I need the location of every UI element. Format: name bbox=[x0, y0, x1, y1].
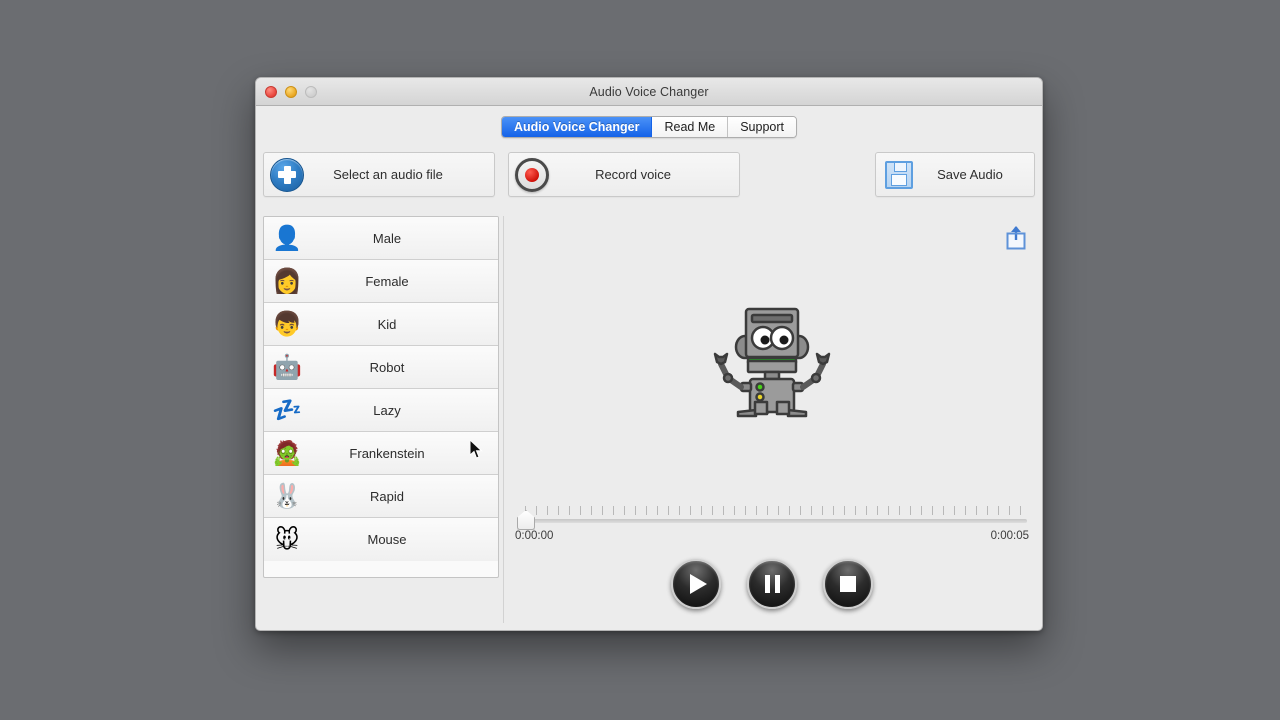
close-window-icon[interactable] bbox=[265, 85, 277, 98]
list-item-label: Mouse bbox=[367, 532, 407, 547]
transport-controls bbox=[509, 551, 1035, 623]
list-item-label: Rapid bbox=[370, 488, 404, 504]
timeline-end-time: 0:00:05 bbox=[990, 530, 1029, 542]
maximize-window-icon[interactable] bbox=[305, 85, 317, 98]
plus-circle-icon bbox=[264, 157, 310, 192]
record-dot-icon bbox=[509, 157, 555, 192]
floppy-disk-icon bbox=[876, 160, 922, 189]
list-item-frankenstein[interactable]: 🧟 Frankenstein bbox=[264, 432, 498, 475]
timeline-track[interactable] bbox=[517, 519, 1027, 523]
tab-audio-voice-changer[interactable]: Audio Voice Changer bbox=[502, 116, 653, 137]
zzz-sleep-icon: 💤 bbox=[272, 396, 302, 424]
list-item-kid[interactable]: 👦 Kid bbox=[264, 303, 498, 346]
list-item-mouse[interactable]: 🐭 Mouse bbox=[264, 518, 498, 561]
timeline-ticks bbox=[525, 506, 1027, 515]
play-button[interactable] bbox=[671, 559, 721, 609]
toolbar: Select an audio file Record voice Save A… bbox=[256, 144, 1042, 216]
list-item-label: Lazy bbox=[373, 402, 401, 418]
list-item-rapid[interactable]: 🐰 Rapid bbox=[264, 475, 498, 518]
window-controls bbox=[265, 85, 317, 98]
preview-panel: 0:00:00 0:00:05 bbox=[509, 216, 1035, 623]
play-icon bbox=[690, 574, 707, 594]
frankenstein-head-icon: 🧟 bbox=[272, 439, 302, 467]
robot-avatar-icon: 🤖 bbox=[272, 353, 302, 381]
list-item-robot[interactable]: 🤖 Robot bbox=[264, 346, 498, 389]
list-item-label: Frankenstein bbox=[349, 445, 425, 461]
tab-group: Audio Voice Changer Read Me Support bbox=[501, 115, 797, 138]
robot-illustration bbox=[713, 307, 831, 417]
man-avatar-icon: 👤 bbox=[272, 224, 302, 252]
list-item-label: Male bbox=[372, 230, 402, 246]
tab-support[interactable]: Support bbox=[728, 116, 796, 137]
tabbar-zone: Audio Voice Changer Read Me Support bbox=[256, 106, 1042, 144]
timeline[interactable]: 0:00:00 0:00:05 bbox=[509, 501, 1035, 551]
list-item-label: Female bbox=[365, 273, 409, 289]
share-export-icon[interactable] bbox=[1003, 224, 1029, 252]
preview-stage bbox=[509, 216, 1035, 501]
timeline-start-time: 0:00:00 bbox=[515, 530, 554, 542]
window-title: Audio Voice Changer bbox=[589, 84, 709, 99]
rabbit-face-icon: 🐰 bbox=[272, 482, 302, 510]
list-item-lazy[interactable]: 💤 Lazy bbox=[264, 389, 498, 432]
list-item-female[interactable]: 👩 Female bbox=[264, 260, 498, 303]
record-voice-label: Record voice bbox=[595, 167, 671, 182]
list-item-label: Kid bbox=[377, 316, 397, 332]
minimize-window-icon[interactable] bbox=[285, 85, 297, 98]
list-item-male[interactable]: 👤 Male bbox=[264, 217, 498, 260]
window-titlebar: Audio Voice Changer bbox=[256, 78, 1042, 106]
stop-button[interactable] bbox=[823, 559, 873, 609]
mouse-face-icon: 🐭 bbox=[274, 525, 300, 554]
stop-icon bbox=[840, 576, 856, 592]
app-window: Audio Voice Changer Audio Voice Changer … bbox=[255, 77, 1043, 631]
save-audio-label: Save Audio bbox=[937, 167, 1003, 182]
select-audio-file-button[interactable]: Select an audio file bbox=[263, 152, 495, 197]
select-audio-file-label: Select an audio file bbox=[333, 167, 443, 182]
panel-divider bbox=[503, 216, 504, 623]
content-area: 👤 Male 👩 Female 👦 Kid 🤖 Robot 💤 Lazy 🧟 F… bbox=[256, 216, 1042, 630]
tab-read-me[interactable]: Read Me bbox=[652, 116, 729, 137]
save-audio-button[interactable]: Save Audio bbox=[875, 152, 1035, 197]
boy-avatar-icon: 👦 bbox=[272, 310, 302, 338]
pause-button[interactable] bbox=[747, 559, 797, 609]
voice-effects-list[interactable]: 👤 Male 👩 Female 👦 Kid 🤖 Robot 💤 Lazy 🧟 F… bbox=[263, 216, 499, 578]
list-item-label: Robot bbox=[369, 359, 405, 375]
pause-icon bbox=[764, 575, 780, 593]
woman-avatar-icon: 👩 bbox=[272, 267, 302, 295]
record-voice-button[interactable]: Record voice bbox=[508, 152, 740, 197]
